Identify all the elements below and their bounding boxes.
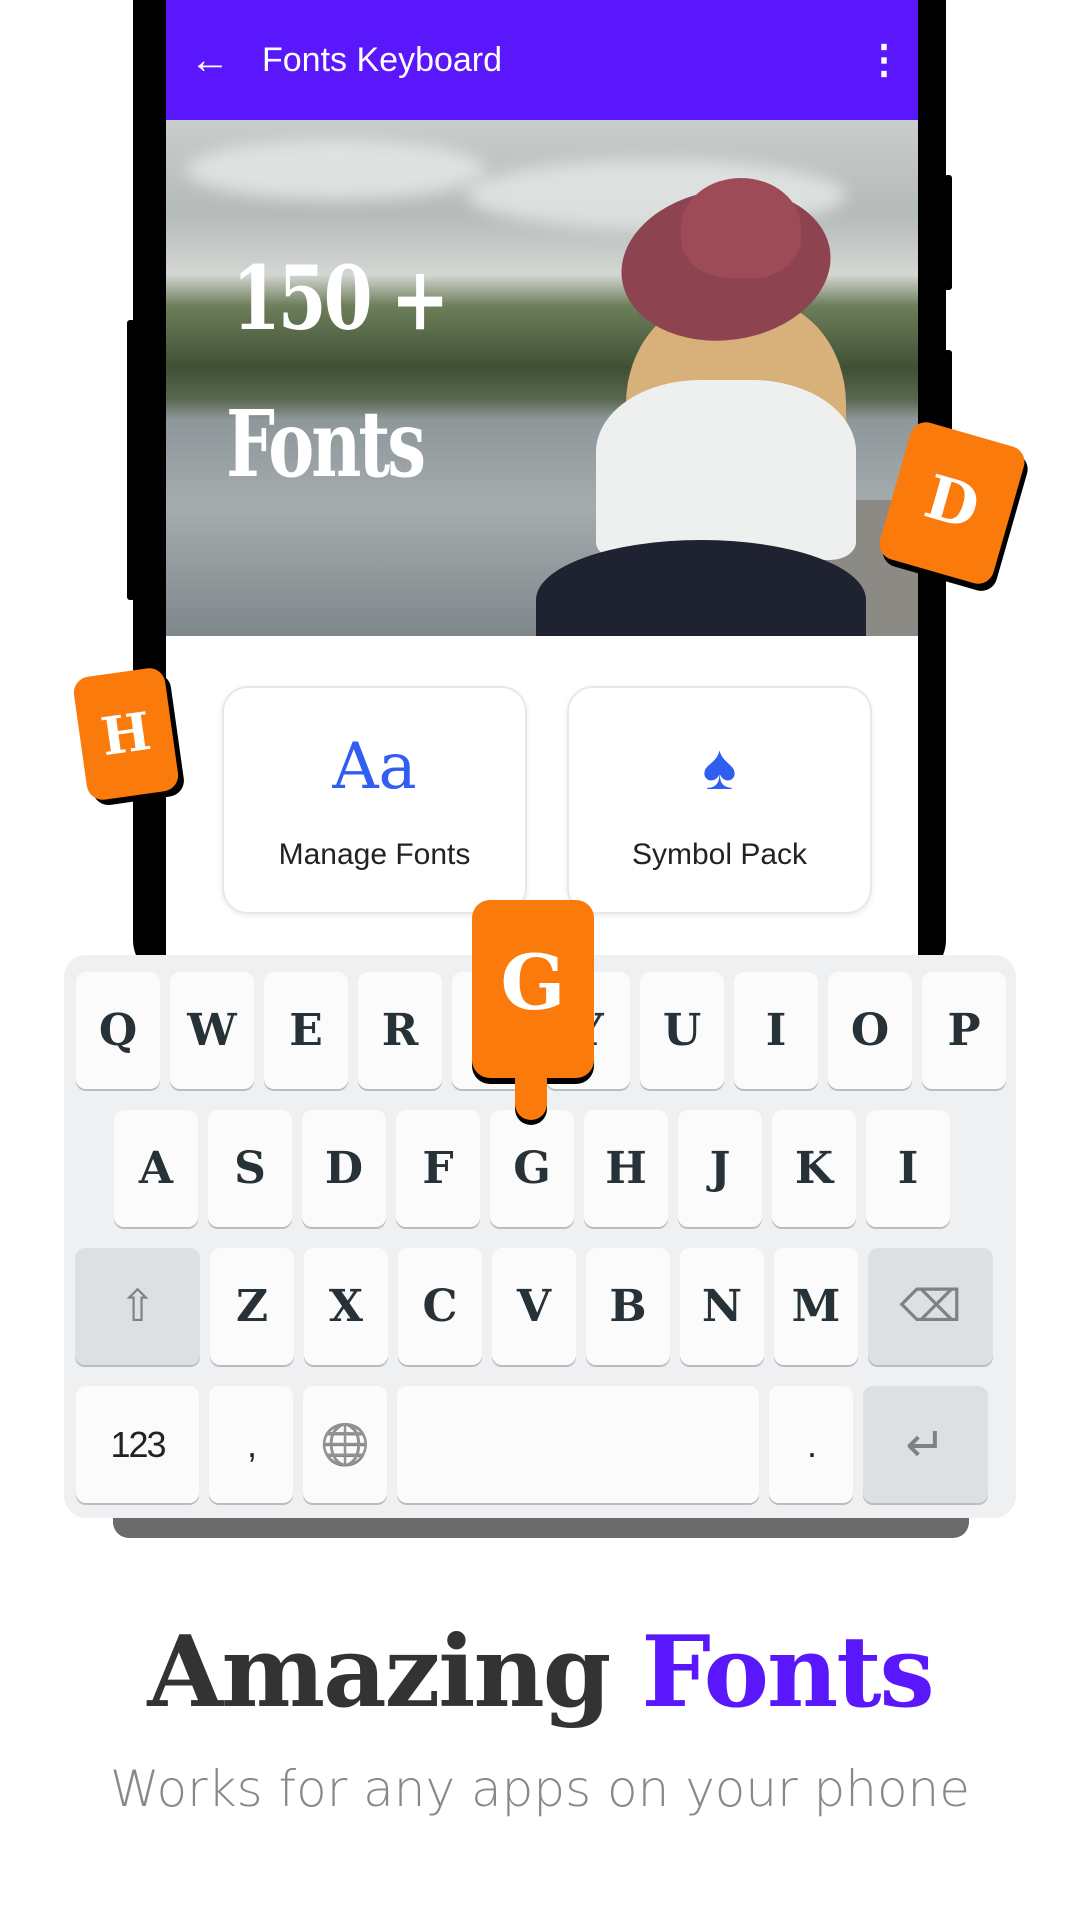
manage-fonts-label: Manage Fonts (278, 838, 471, 871)
numbers-key[interactable]: 123 (76, 1386, 199, 1503)
symbol-pack-card[interactable]: ♠ Symbol Pack (567, 686, 872, 914)
key[interactable]: Q (76, 972, 160, 1089)
period-key[interactable]: . (769, 1386, 853, 1503)
backspace-icon: ⌫ (899, 1281, 962, 1332)
globe-key[interactable]: 🌐 (303, 1386, 387, 1503)
key[interactable]: V (492, 1248, 576, 1365)
headline: Amazing Fonts (0, 1615, 1080, 1730)
key[interactable]: B (586, 1248, 670, 1365)
key[interactable]: G (490, 1110, 574, 1227)
symbol-pack-label: Symbol Pack (631, 838, 808, 871)
shift-key[interactable]: ⇧ (75, 1248, 200, 1365)
key[interactable]: R (358, 972, 442, 1089)
banner-image: 150 + Fonts (166, 120, 918, 636)
key[interactable]: K (772, 1110, 856, 1227)
app-title: Fonts Keyboard (262, 40, 503, 79)
floating-tile-h: H (71, 666, 181, 802)
key-preview-stem (515, 1070, 547, 1120)
banner-label: Fonts (226, 390, 426, 498)
key[interactable]: S (208, 1110, 292, 1227)
key[interactable]: J (678, 1110, 762, 1227)
banner-count: 150 + (232, 246, 450, 350)
comma-key[interactable]: , (209, 1386, 293, 1503)
key[interactable]: A (114, 1110, 198, 1227)
key[interactable]: W (170, 972, 254, 1089)
subtitle: Works for any apps on your phone (109, 1760, 971, 1818)
font-icon: Aa (332, 730, 417, 804)
enter-icon: ↵ (905, 1416, 946, 1473)
back-arrow-icon[interactable]: ← (190, 38, 250, 83)
backspace-key[interactable]: ⌫ (868, 1248, 993, 1365)
key[interactable]: C (398, 1248, 482, 1365)
space-key[interactable] (397, 1386, 759, 1503)
key[interactable]: H (584, 1110, 668, 1227)
globe-icon: 🌐 (320, 1422, 370, 1468)
key-preview-popup: G (472, 900, 594, 1078)
key[interactable]: I (734, 972, 818, 1089)
key[interactable]: P (922, 972, 1006, 1089)
key[interactable]: D (302, 1110, 386, 1227)
key[interactable]: U (640, 972, 724, 1089)
headline-part2: Fonts (641, 1615, 934, 1730)
key[interactable]: E (264, 972, 348, 1089)
key[interactable]: O (828, 972, 912, 1089)
key[interactable]: Z (210, 1248, 294, 1365)
more-vert-icon[interactable]: ⋮ (864, 37, 904, 83)
manage-fonts-card[interactable]: Aa Manage Fonts (222, 686, 527, 914)
key[interactable]: N (680, 1248, 764, 1365)
key[interactable]: X (304, 1248, 388, 1365)
key[interactable]: F (396, 1110, 480, 1227)
key[interactable]: M (774, 1248, 858, 1365)
app-bar: ← Fonts Keyboard ⋮ (166, 0, 918, 120)
headline-part1: Amazing (147, 1615, 611, 1730)
shift-icon: ⇧ (119, 1281, 156, 1332)
enter-key[interactable]: ↵ (863, 1386, 988, 1503)
spade-icon: ♠ (702, 731, 737, 803)
key[interactable]: I (866, 1110, 950, 1227)
